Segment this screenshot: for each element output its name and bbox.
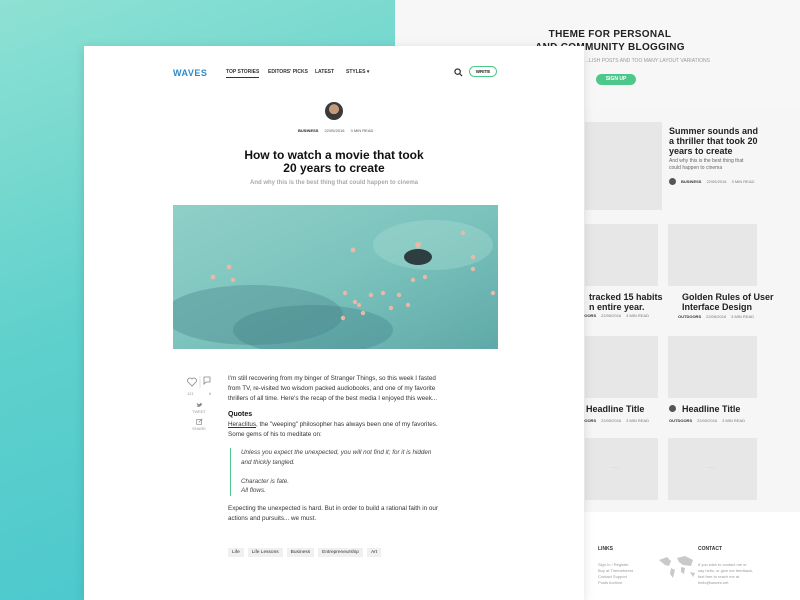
card-title[interactable]: Golden Rules of User Interface Design <box>682 292 774 312</box>
contact-heading: CONTACT <box>698 546 723 552</box>
likes-count: 121 <box>187 391 194 396</box>
author-avatar[interactable] <box>325 102 343 120</box>
write-button[interactable]: WRITE <box>469 66 497 77</box>
card-title[interactable]: Headline Title <box>586 404 644 414</box>
featured-excerpt: And why this is the best thing that could… <box>669 158 744 171</box>
tweet-button[interactable]: TWEET <box>184 402 214 414</box>
tag[interactable]: Business <box>286 548 315 557</box>
paragraph: Heraclitus, the "weeping" philosopher ha… <box>228 421 438 439</box>
card-author <box>669 405 676 412</box>
contact-email[interactable]: hello@waves.net <box>698 580 753 586</box>
site-logo[interactable]: WAVES <box>173 68 207 78</box>
world-map-icon <box>659 556 695 578</box>
hero-subtitle: ...LISH POSTS AND TOO MANY LAYOUT VARIAT… <box>585 58 710 64</box>
article-date: 22/05/2016 <box>324 128 345 133</box>
article-meta: BUSINESS 22/05/2016 3 MIN READ <box>298 128 373 133</box>
paragraph: I'm still recovering from my binger of S… <box>228 375 438 402</box>
placeholder-dots: ... <box>707 464 716 470</box>
contact-text: If you wish to contact me or say hello, … <box>698 562 754 586</box>
heraclitus-link[interactable]: Heraclitus <box>228 421 256 428</box>
footer-link[interactable]: Posts Archive <box>598 580 633 586</box>
tag[interactable]: Art <box>366 548 382 557</box>
like-comment-icons <box>187 376 211 388</box>
avatar <box>669 405 676 412</box>
share-icon <box>195 418 203 425</box>
comments-count: 8 <box>208 391 211 396</box>
heart-icon <box>187 377 197 387</box>
twitter-icon <box>196 402 202 407</box>
section-heading: Quotes <box>228 411 253 419</box>
article-title: How to watch a movie that took 20 years t… <box>244 148 424 175</box>
card-image[interactable] <box>585 224 658 286</box>
tag[interactable]: Entrepreneurship <box>318 548 363 557</box>
article-subtitle: And why this is the best thing that coul… <box>249 180 418 186</box>
card-image[interactable] <box>668 336 757 398</box>
blockquote: Unless you expect the unexpected, you wi… <box>230 447 443 497</box>
share-button[interactable]: SHARE <box>184 418 214 431</box>
comment-icon <box>203 376 211 385</box>
card-meta: OUTDOORS 22/05/2016 3 MIN READ <box>573 418 650 423</box>
featured-image[interactable] <box>585 122 662 210</box>
avatar <box>669 178 676 185</box>
tag-list: Life Life Lessons Business Entrepreneurs… <box>228 548 382 557</box>
article-category[interactable]: BUSINESS <box>298 128 318 133</box>
card-image[interactable] <box>585 336 658 398</box>
nav-top-stories[interactable]: TOP STORIES <box>226 69 260 78</box>
paragraph: Expecting the unexpected is hard. But in… <box>228 505 439 522</box>
read-time: 3 MIN READ <box>350 128 374 133</box>
featured-meta: BUSINESS 22/05/2016 3 MIN READ <box>669 178 754 185</box>
tag[interactable]: Life <box>228 548 244 557</box>
card-image[interactable] <box>668 224 757 286</box>
card-meta: OUTDOORS 22/05/2016 3 MIN READ <box>573 313 650 318</box>
card-image[interactable] <box>585 438 658 500</box>
nav-editors-picks[interactable]: EDITORS' PICKS <box>268 69 308 75</box>
links-heading: LINKS <box>598 546 613 552</box>
signup-button[interactable]: SIGN UP <box>596 74 636 85</box>
tag[interactable]: Life Lessons <box>247 548 283 557</box>
nav-latest[interactable]: LATEST <box>315 69 334 75</box>
article-body: I'm still recovering from my binger of S… <box>228 374 443 531</box>
search-icon[interactable] <box>454 68 463 77</box>
card-meta: OUTDOORS 22/05/2016 3 MIN READ <box>669 418 746 423</box>
card-title[interactable]: Headline Title <box>682 404 740 414</box>
article-hero-image <box>173 205 498 349</box>
card-meta: OUTDOORS 22/05/2016 3 MIN READ <box>678 314 755 319</box>
card-title[interactable]: tracked 15 habits n entire year. <box>589 292 663 312</box>
article-page: WAVES TOP STORIES EDITORS' PICKS LATEST … <box>84 46 584 600</box>
featured-title[interactable]: Summer sounds and a thriller that took 2… <box>669 126 758 156</box>
nav-styles[interactable]: STYLES ▾ <box>346 69 369 75</box>
share-panel: 121 8 TWEET SHARE <box>184 374 214 431</box>
placeholder-dots: ... <box>611 464 620 470</box>
footer-links: Sign In / Register Buy at Themeforest Co… <box>598 562 633 586</box>
